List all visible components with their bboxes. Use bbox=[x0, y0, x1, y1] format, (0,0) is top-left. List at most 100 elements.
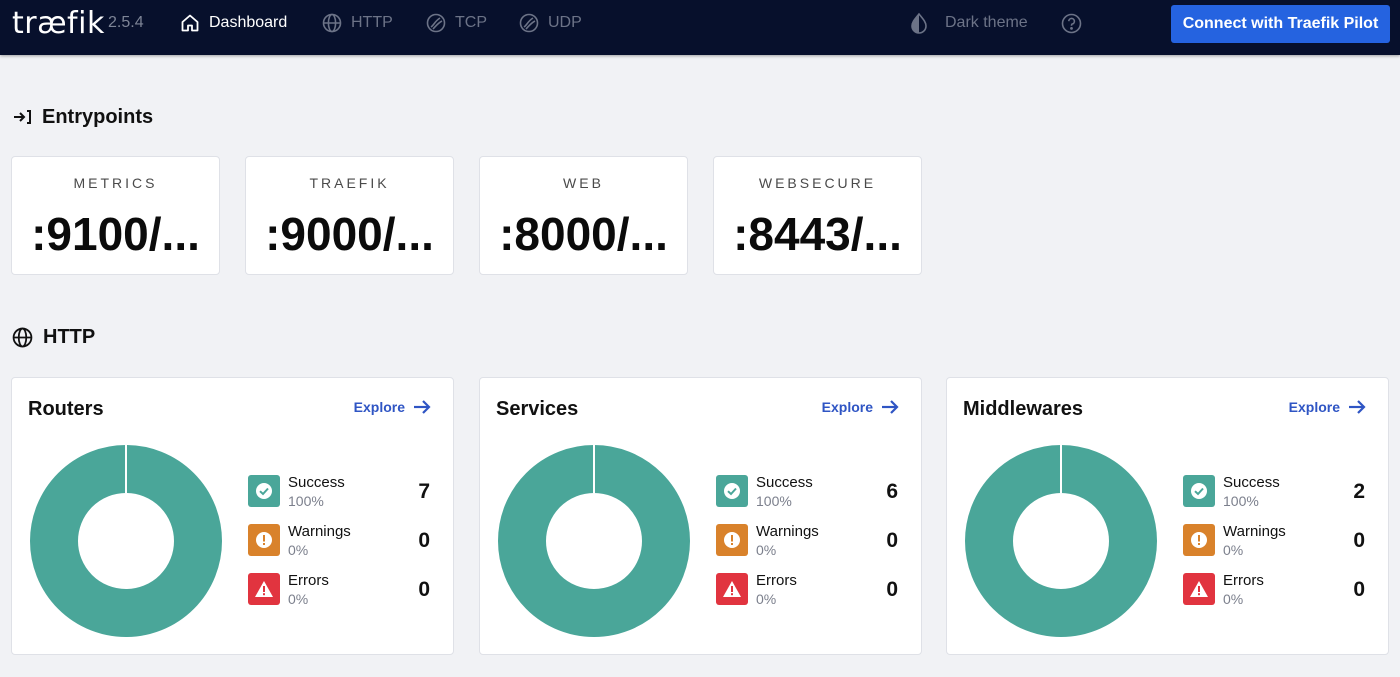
legend-count: 2 bbox=[1353, 480, 1365, 503]
legend-warnings: Warnings 0% 0 bbox=[248, 523, 438, 558]
droplet-icon bbox=[911, 12, 927, 34]
explore-link[interactable]: Explore bbox=[1289, 399, 1366, 415]
dark-theme-toggle[interactable]: Dark theme bbox=[909, 11, 1028, 35]
entrypoint-address: :9100/... bbox=[31, 208, 200, 260]
entrypoint-card-websecure[interactable]: WEBSECURE :8443/... bbox=[713, 156, 922, 275]
http-heading: HTTP bbox=[12, 325, 95, 349]
legend-count: 0 bbox=[1353, 578, 1365, 601]
explore-label: Explore bbox=[353, 399, 405, 415]
globe-icon bbox=[12, 327, 33, 347]
legend-percentage: 0% bbox=[756, 542, 777, 558]
entrypoint-name: METRICS bbox=[73, 175, 158, 191]
explore-link[interactable]: Explore bbox=[822, 399, 899, 415]
http-services-card: Services Explore Success 100% 6 Warnings 0% 0 Er… bbox=[479, 377, 922, 655]
alert-triangle-icon bbox=[248, 573, 280, 605]
legend-count: 0 bbox=[886, 529, 898, 552]
legend-percentage: 0% bbox=[288, 542, 309, 558]
traefik-logo[interactable]: træfik bbox=[12, 6, 105, 41]
legend-percentage: 100% bbox=[756, 493, 792, 509]
legend-label: Success bbox=[1223, 474, 1280, 491]
nav-tcp-label: TCP bbox=[455, 14, 487, 31]
card-title: Middlewares bbox=[963, 398, 1084, 420]
check-icon bbox=[248, 475, 280, 507]
legend-success: Success 100% 6 bbox=[716, 474, 906, 509]
home-icon bbox=[181, 14, 199, 32]
udp-icon bbox=[519, 13, 539, 33]
legend-warnings: Warnings 0% 0 bbox=[1183, 523, 1373, 558]
entrypoint-name: WEBSECURE bbox=[758, 175, 877, 191]
legend-count: 0 bbox=[418, 529, 430, 552]
entrypoints-heading: Entrypoints bbox=[12, 105, 153, 129]
entrypoint-name: WEB bbox=[563, 175, 604, 191]
http-title: HTTP bbox=[43, 325, 96, 348]
legend-success: Success 100% 2 bbox=[1183, 474, 1373, 509]
status-donut-chart bbox=[965, 444, 1157, 637]
legend-label: Warnings bbox=[288, 523, 351, 540]
entrypoint-card-web[interactable]: WEB :8000/... bbox=[479, 156, 688, 275]
http-routers-card: Routers Explore Success 100% 7 Warnings 0% 0 Err… bbox=[11, 377, 454, 655]
legend-count: 0 bbox=[886, 578, 898, 601]
legend-label: Errors bbox=[1223, 572, 1264, 589]
globe-icon bbox=[322, 13, 342, 33]
legend-warnings: Warnings 0% 0 bbox=[716, 523, 906, 558]
entrypoint-card-metrics[interactable]: METRICS :9100/... bbox=[11, 156, 220, 275]
nav-http-label: HTTP bbox=[351, 14, 393, 31]
alert-triangle-icon bbox=[716, 573, 748, 605]
exclamation-icon bbox=[248, 524, 280, 556]
legend-errors: Errors 0% 0 bbox=[248, 572, 438, 607]
legend-label: Success bbox=[756, 474, 813, 491]
legend-errors: Errors 0% 0 bbox=[716, 572, 906, 607]
legend-label: Success bbox=[288, 474, 345, 491]
legend-percentage: 0% bbox=[288, 591, 309, 607]
legend-percentage: 0% bbox=[1223, 542, 1244, 558]
entrypoint-address: :8000/... bbox=[499, 208, 668, 260]
legend-label: Errors bbox=[288, 572, 329, 589]
legend-success: Success 100% 7 bbox=[248, 474, 438, 509]
nav-dashboard[interactable]: Dashboard bbox=[180, 11, 287, 35]
legend-count: 7 bbox=[418, 480, 430, 503]
check-icon bbox=[716, 475, 748, 507]
legend-percentage: 0% bbox=[756, 591, 777, 607]
card-title: Routers bbox=[28, 398, 104, 420]
legend-percentage: 0% bbox=[1223, 591, 1244, 607]
legend-label: Warnings bbox=[1223, 523, 1286, 540]
legend-count: 0 bbox=[418, 578, 430, 601]
status-donut-chart bbox=[498, 444, 690, 637]
help-button[interactable] bbox=[1061, 11, 1082, 35]
legend-percentage: 100% bbox=[288, 493, 324, 509]
legend-count: 6 bbox=[886, 480, 898, 503]
alert-triangle-icon bbox=[1183, 573, 1215, 605]
nav-dashboard-label: Dashboard bbox=[209, 14, 288, 31]
arrow-right-icon bbox=[414, 400, 431, 414]
entrypoint-name: TRAEFIK bbox=[309, 175, 390, 191]
legend-label: Errors bbox=[756, 572, 797, 589]
entrypoint-card-traefik[interactable]: TRAEFIK :9000/... bbox=[245, 156, 454, 275]
nav-udp-label: UDP bbox=[548, 14, 582, 31]
arrow-right-icon bbox=[1349, 400, 1366, 414]
legend-count: 0 bbox=[1353, 529, 1365, 552]
exclamation-icon bbox=[1183, 524, 1215, 556]
exclamation-icon bbox=[716, 524, 748, 556]
connect-traefik-pilot-button[interactable]: Connect with Traefik Pilot bbox=[1171, 5, 1390, 43]
dark-theme-label: Dark theme bbox=[945, 14, 1028, 31]
entrypoint-address: :9000/... bbox=[265, 208, 434, 260]
status-donut-chart bbox=[30, 444, 222, 637]
nav-http[interactable]: HTTP bbox=[322, 11, 393, 35]
login-arrow-icon bbox=[14, 110, 31, 124]
check-icon bbox=[1183, 475, 1215, 507]
version-label: 2.5.4 bbox=[108, 14, 144, 31]
card-title: Services bbox=[496, 398, 579, 420]
explore-label: Explore bbox=[1288, 399, 1340, 415]
nav-udp[interactable]: UDP bbox=[519, 11, 582, 35]
entrypoint-address: :8443/... bbox=[733, 208, 902, 260]
tcp-icon bbox=[426, 13, 446, 33]
http-middlewares-card: Middlewares Explore Success 100% 2 Warnings 0%… bbox=[946, 377, 1389, 655]
explore-label: Explore bbox=[821, 399, 873, 415]
legend-errors: Errors 0% 0 bbox=[1183, 572, 1373, 607]
top-navigation-bar: træfik 2.5.4 Dashboard HTTP TCP UDP Dark… bbox=[0, 0, 1400, 55]
nav-tcp[interactable]: TCP bbox=[426, 11, 487, 35]
legend-label: Warnings bbox=[756, 523, 819, 540]
entrypoints-title: Entrypoints bbox=[42, 105, 154, 128]
arrow-right-icon bbox=[882, 400, 899, 414]
explore-link[interactable]: Explore bbox=[354, 399, 431, 415]
